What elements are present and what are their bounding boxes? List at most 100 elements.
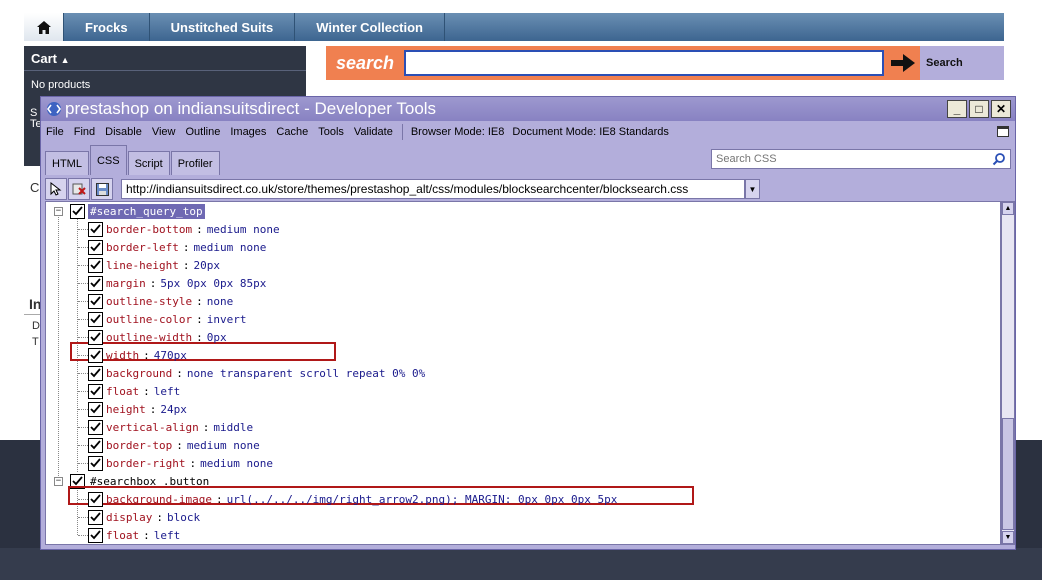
search-submit-arrow[interactable] bbox=[886, 50, 920, 76]
css-property-value[interactable]: 24px bbox=[160, 403, 187, 416]
css-panel-scrollbar[interactable]: ▲ ▼ bbox=[1001, 201, 1015, 545]
property-checkbox[interactable] bbox=[88, 401, 103, 417]
css-property-value[interactable]: url(../../../img/right_arrow2.png); MARG… bbox=[227, 493, 618, 506]
css-property-value[interactable]: 0px bbox=[207, 331, 227, 344]
property-checkbox[interactable] bbox=[88, 257, 103, 273]
property-checkbox[interactable] bbox=[88, 311, 103, 327]
css-property-name[interactable]: background bbox=[106, 367, 172, 380]
css-property-row: background: none transparent scroll repea… bbox=[88, 364, 425, 382]
menu-file[interactable]: File bbox=[41, 126, 69, 138]
menu-cache[interactable]: Cache bbox=[271, 126, 313, 138]
css-property-value[interactable]: 5px 0px 0px 85px bbox=[160, 277, 266, 290]
property-checkbox[interactable] bbox=[88, 437, 103, 453]
css-property-name[interactable]: width bbox=[106, 349, 139, 362]
menu-tools[interactable]: Tools bbox=[313, 126, 349, 138]
css-property-value[interactable]: invert bbox=[207, 313, 247, 326]
property-checkbox[interactable] bbox=[88, 329, 103, 345]
css-property-value[interactable]: medium none bbox=[200, 457, 273, 470]
property-checkbox[interactable] bbox=[88, 239, 103, 255]
search-css-input[interactable] bbox=[711, 149, 1011, 169]
css-property-name[interactable]: background-image bbox=[106, 493, 212, 506]
document-mode-menu[interactable]: Document Mode: IE8 Standards bbox=[508, 126, 673, 138]
tab-html[interactable]: HTML bbox=[45, 151, 89, 175]
menu-find[interactable]: Find bbox=[69, 126, 100, 138]
stylesheet-url-select[interactable]: http://indiansuitsdirect.co.uk/store/the… bbox=[121, 179, 745, 199]
site-fragment-d: D bbox=[32, 320, 40, 332]
property-checkbox[interactable] bbox=[88, 383, 103, 399]
site-search-bar: search Search bbox=[326, 46, 1004, 80]
property-checkbox[interactable] bbox=[88, 221, 103, 237]
css-property-value[interactable]: none bbox=[207, 295, 234, 308]
nav-item-winter-collection[interactable]: Winter Collection bbox=[295, 13, 445, 41]
save-tool[interactable] bbox=[91, 178, 113, 200]
maximize-button[interactable]: □ bbox=[969, 100, 989, 118]
browser-mode-menu[interactable]: Browser Mode: IE8 bbox=[407, 126, 509, 138]
property-checkbox[interactable] bbox=[88, 509, 103, 525]
clear-tool[interactable] bbox=[68, 178, 90, 200]
menu-validate[interactable]: Validate bbox=[349, 126, 398, 138]
collapse-toggle[interactable]: − bbox=[54, 477, 63, 486]
css-property-name[interactable]: display bbox=[106, 511, 152, 524]
property-checkbox[interactable] bbox=[88, 347, 103, 363]
tab-profiler[interactable]: Profiler bbox=[170, 151, 220, 175]
menu-outline[interactable]: Outline bbox=[180, 126, 225, 138]
dock-icon[interactable] bbox=[997, 126, 1009, 137]
css-property-value[interactable]: block bbox=[167, 511, 200, 524]
menu-images[interactable]: Images bbox=[225, 126, 271, 138]
menu-view[interactable]: View bbox=[147, 126, 181, 138]
css-property-value[interactable]: left bbox=[154, 385, 181, 398]
property-checkbox[interactable] bbox=[88, 491, 103, 507]
css-property-value[interactable]: medium none bbox=[187, 439, 260, 452]
scrollbar-thumb[interactable] bbox=[1002, 418, 1014, 530]
rule-checkbox[interactable] bbox=[70, 203, 85, 219]
css-property-name[interactable]: vertical-align bbox=[106, 421, 199, 434]
property-checkbox[interactable] bbox=[88, 365, 103, 381]
css-property-name[interactable]: height bbox=[106, 403, 146, 416]
property-checkbox[interactable] bbox=[88, 419, 103, 435]
css-property-name[interactable]: outline-width bbox=[106, 331, 192, 344]
nav-item-frocks[interactable]: Frocks bbox=[64, 13, 150, 41]
css-property-value[interactable]: left bbox=[154, 529, 181, 542]
collapse-toggle[interactable]: − bbox=[54, 207, 63, 216]
cart-title[interactable]: Cart ▲ bbox=[24, 46, 306, 71]
devtools-title: prestashop on indiansuitsdirect - Develo… bbox=[65, 99, 437, 118]
css-property-name[interactable]: outline-color bbox=[106, 313, 192, 326]
css-property-name[interactable]: float bbox=[106, 385, 139, 398]
css-property-row: outline-style: none bbox=[88, 292, 233, 310]
css-property-name[interactable]: float bbox=[106, 529, 139, 542]
search-input[interactable] bbox=[404, 50, 884, 76]
css-property-name[interactable]: border-bottom bbox=[106, 223, 192, 236]
chevron-down-icon[interactable]: ▼ bbox=[745, 179, 760, 199]
select-element-tool[interactable] bbox=[45, 178, 67, 200]
css-property-name[interactable]: border-left bbox=[106, 241, 179, 254]
css-property-name[interactable]: border-top bbox=[106, 439, 172, 452]
close-button[interactable]: ✕ bbox=[991, 100, 1011, 118]
css-property-name[interactable]: outline-style bbox=[106, 295, 192, 308]
scroll-up-arrow-icon[interactable]: ▲ bbox=[1002, 202, 1014, 215]
minimize-button[interactable]: _ bbox=[947, 100, 967, 118]
search-button[interactable]: Search bbox=[926, 46, 963, 80]
css-property-value[interactable]: 470px bbox=[154, 349, 187, 362]
css-property-value[interactable]: middle bbox=[213, 421, 253, 434]
css-property-value[interactable]: medium none bbox=[207, 223, 280, 236]
devtools-titlebar[interactable]: prestashop on indiansuitsdirect - Develo… bbox=[41, 97, 1015, 121]
css-property-value[interactable]: medium none bbox=[193, 241, 266, 254]
css-property-name[interactable]: line-height bbox=[106, 259, 179, 272]
property-checkbox[interactable] bbox=[88, 527, 103, 543]
tab-script[interactable]: Script bbox=[127, 151, 170, 175]
css-property-value[interactable]: none transparent scroll repeat 0% 0% bbox=[187, 367, 425, 380]
css-selector[interactable]: #search_query_top bbox=[88, 203, 205, 219]
tab-css[interactable]: CSS bbox=[89, 145, 127, 175]
property-checkbox[interactable] bbox=[88, 455, 103, 471]
property-checkbox[interactable] bbox=[88, 275, 103, 291]
nav-item-unstitched-suits[interactable]: Unstitched Suits bbox=[150, 13, 296, 41]
menu-disable[interactable]: Disable bbox=[100, 126, 147, 138]
css-property-name[interactable]: margin bbox=[106, 277, 146, 290]
home-button[interactable] bbox=[24, 13, 64, 41]
scroll-down-arrow-icon[interactable]: ▼ bbox=[1002, 531, 1014, 544]
css-property-name[interactable]: border-right bbox=[106, 457, 185, 470]
property-checkbox[interactable] bbox=[88, 293, 103, 309]
css-property-value[interactable]: 20px bbox=[193, 259, 220, 272]
search-icon[interactable] bbox=[992, 152, 1006, 166]
checkmark-icon bbox=[90, 278, 101, 288]
